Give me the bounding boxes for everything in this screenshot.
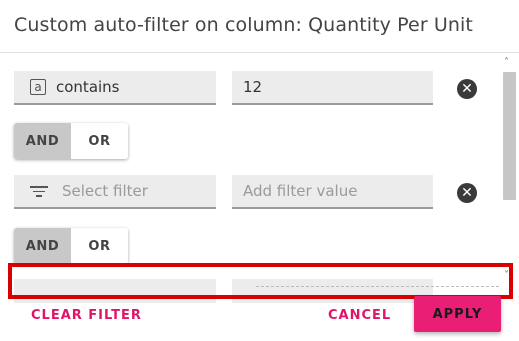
cancel-button[interactable]: CANCEL [328, 308, 391, 323]
or-toggle-button-1[interactable]: OR [71, 123, 128, 159]
logic-toggle-2: AND OR [14, 228, 128, 264]
condition-value-text-1: 12 [243, 78, 263, 96]
close-circle-icon[interactable]: ✕ [457, 79, 477, 99]
text-box-icon: a [30, 79, 46, 95]
custom-filter-dialog: Custom auto-filter on column: Quantity P… [0, 0, 519, 341]
close-circle-icon[interactable]: ✕ [457, 183, 477, 203]
condition-operator-select-1[interactable]: a contains [14, 71, 216, 105]
condition-value-placeholder-2: Add filter value [243, 182, 358, 200]
scrollbar-thumb[interactable] [503, 72, 516, 200]
condition-value-input-1[interactable]: 12 [232, 71, 433, 105]
filter-lines-icon [30, 185, 48, 197]
dialog-title: Custom auto-filter on column: Quantity P… [14, 14, 473, 36]
apply-button[interactable]: APPLY [414, 296, 501, 332]
and-toggle-button-1[interactable]: AND [14, 123, 71, 159]
clear-filter-button[interactable]: CLEAR FILTER [31, 308, 142, 323]
and-toggle-button-2[interactable]: AND [14, 228, 71, 264]
highlight-box [8, 263, 513, 299]
logic-toggle-1: AND OR [14, 123, 128, 159]
condition-value-input-2[interactable]: Add filter value [232, 175, 433, 209]
scroll-up-icon[interactable]: ˄ [504, 57, 509, 68]
condition-operator-label-1: contains [56, 78, 120, 96]
condition-operator-select-2[interactable]: Select filter [14, 175, 216, 209]
condition-operator-placeholder-2: Select filter [62, 182, 148, 200]
or-toggle-button-2[interactable]: OR [71, 228, 128, 264]
